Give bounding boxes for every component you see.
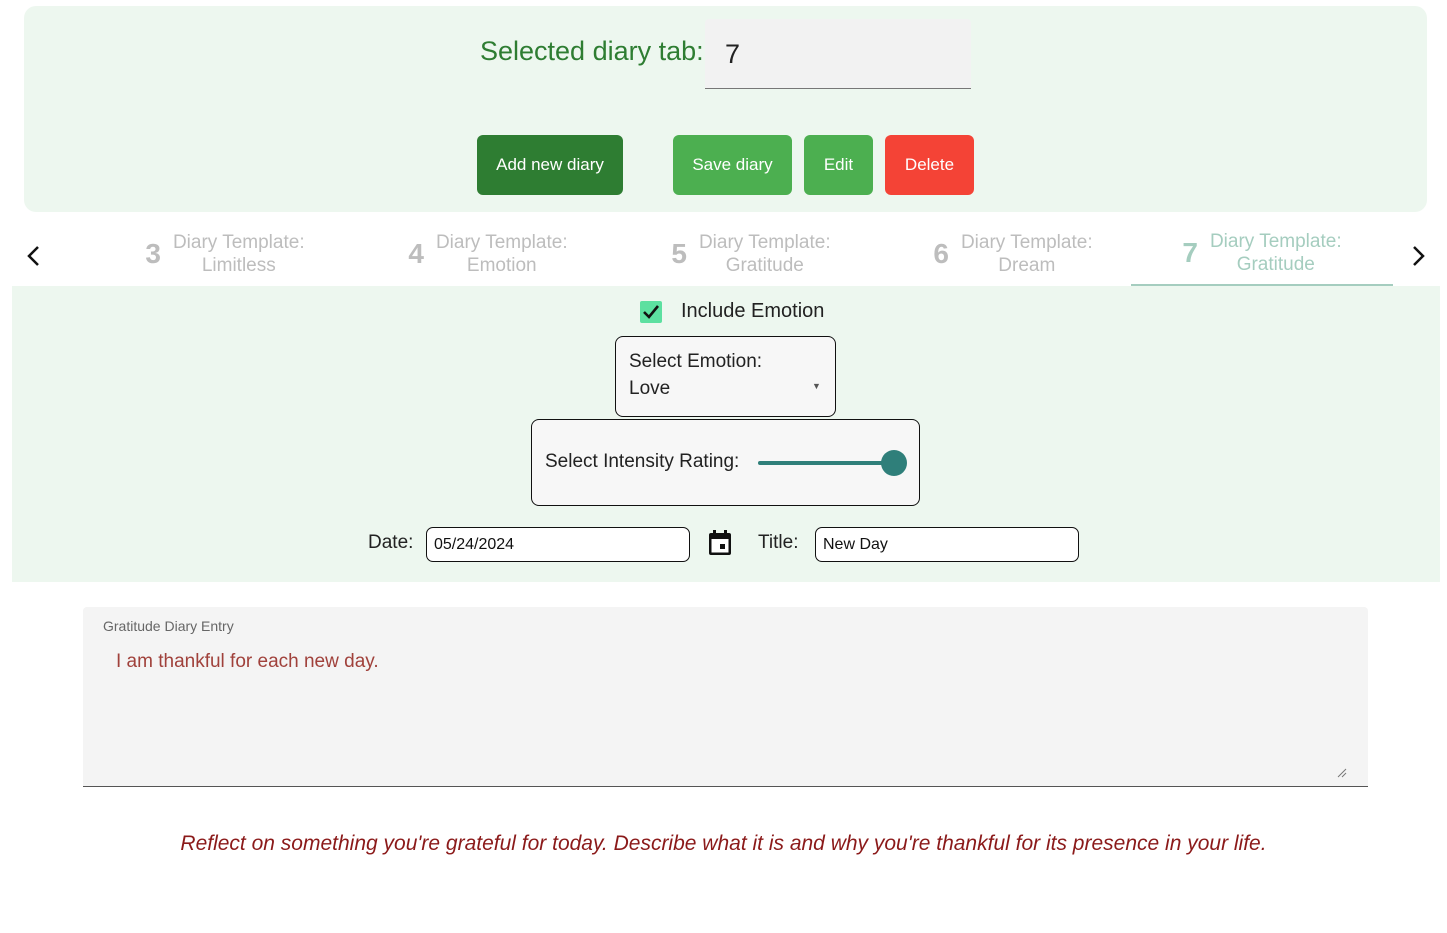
title-input[interactable]: New Day — [815, 527, 1079, 562]
selected-tab-label: Selected diary tab: — [480, 36, 704, 66]
tab-number: 3 — [145, 238, 161, 269]
intensity-slider-track[interactable] — [758, 461, 894, 465]
selected-tab-input[interactable]: 7 — [705, 19, 971, 89]
include-emotion-label: Include Emotion — [681, 300, 825, 322]
calendar-icon[interactable] — [708, 530, 732, 561]
resize-handle-icon[interactable] — [1337, 765, 1347, 783]
writing-prompt: Reflect on something you're grateful for… — [180, 832, 1267, 855]
dropdown-caret-icon: ▼ — [812, 381, 821, 391]
diary-entry-text: I am thankful for each new day. — [116, 651, 379, 672]
intensity-slider-thumb[interactable] — [881, 450, 907, 476]
edit-button[interactable]: Edit — [804, 135, 873, 195]
emotion-select-label: Select Emotion: — [629, 351, 763, 372]
tab-number: 6 — [933, 238, 949, 269]
intensity-rating-box: Select Intensity Rating: — [531, 419, 920, 506]
tab-number: 5 — [671, 238, 687, 269]
tab-diary-7[interactable]: 7 Diary Template: Gratitude — [1131, 222, 1393, 286]
tab-diary-3[interactable]: 3 Diary Template: Limitless — [94, 222, 356, 286]
emotion-select-value: Love — [629, 378, 671, 399]
add-diary-button[interactable]: Add new diary — [477, 135, 623, 195]
checkmark-icon — [643, 305, 660, 319]
include-emotion-checkbox[interactable] — [640, 301, 662, 323]
tab-label: Diary Template: Limitless — [172, 232, 305, 276]
tab-diary-5[interactable]: 5 Diary Template: Gratitude — [620, 222, 882, 286]
emotion-select[interactable]: Select Emotion: Love ▼ — [615, 336, 836, 417]
tab-label: Diary Template: Dream — [960, 232, 1093, 276]
tab-number: 4 — [408, 238, 424, 269]
tab-label: Diary Template: Gratitude — [698, 232, 831, 276]
intensity-rating-label: Select Intensity Rating: — [545, 451, 740, 472]
diary-entry-textarea[interactable]: Gratitude Diary Entry I am thankful for … — [83, 607, 1368, 787]
delete-button[interactable]: Delete — [885, 135, 974, 195]
diary-tab-strip: 3 Diary Template: Limitless 4 Diary Templ… — [0, 222, 1447, 286]
diary-entry-label: Gratitude Diary Entry — [103, 618, 234, 634]
tab-label: Diary Template: Gratitude — [1209, 231, 1342, 275]
date-label: Date: — [368, 532, 414, 553]
tab-diary-6[interactable]: 6 Diary Template: Dream — [882, 222, 1144, 286]
date-input[interactable]: 05/24/2024 — [426, 527, 690, 562]
tab-diary-4[interactable]: 4 Diary Template: Emotion — [357, 222, 619, 286]
tab-number: 7 — [1182, 237, 1198, 268]
tab-label: Diary Template: Emotion — [435, 232, 568, 276]
chevron-left-icon[interactable] — [22, 242, 46, 270]
title-label: Title: — [758, 532, 799, 553]
save-diary-button[interactable]: Save diary — [673, 135, 792, 195]
chevron-right-icon[interactable] — [1406, 242, 1430, 270]
